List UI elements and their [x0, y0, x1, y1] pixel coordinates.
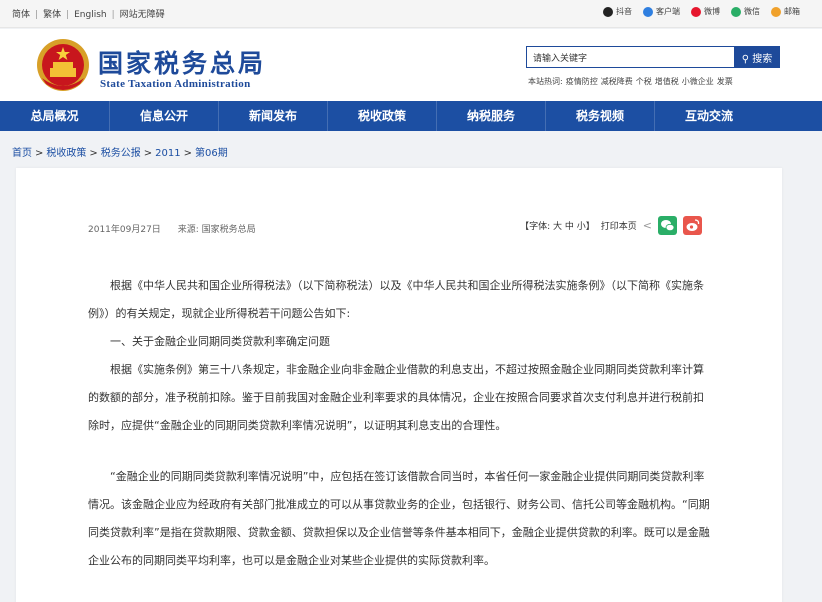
language-links: 简体 | 繁体 | English | 网站无障碍	[12, 7, 165, 20]
nav-item-policy[interactable]: 税收政策	[327, 101, 436, 131]
search-icon: ⚲	[741, 53, 750, 65]
mobile-client-icon	[643, 6, 653, 17]
search-input[interactable]	[526, 46, 734, 68]
breadcrumb-year[interactable]: 2011	[155, 148, 180, 159]
accessibility-link[interactable]: 网站无障碍	[120, 10, 165, 20]
douyin-label: 抖音	[616, 7, 632, 16]
wechat-share-icon[interactable]	[658, 216, 677, 235]
main-nav: 总局概况 信息公开 新闻发布 税收政策 纳税服务 税务视频 互动交流	[0, 101, 822, 131]
client-label: 客户端	[656, 7, 680, 16]
breadcrumb-bulletin[interactable]: 税务公报	[101, 148, 141, 159]
breadcrumb-separator: >	[183, 148, 193, 159]
search-button[interactable]: ⚲ 搜索	[734, 46, 780, 68]
weibo-label: 微博	[704, 7, 720, 16]
top-bar: 简体 | 繁体 | English | 网站无障碍 抖音 客户端 微博 微信 邮箱	[0, 0, 822, 28]
weibo-share-icon[interactable]	[683, 216, 702, 235]
wechat-glyph	[661, 220, 675, 232]
weibo-icon	[691, 6, 701, 17]
breadcrumb-separator: >	[143, 148, 153, 159]
hot-word[interactable]: 增值税	[655, 77, 679, 86]
nav-item-service[interactable]: 纳税服务	[436, 101, 545, 131]
nav-item-disclosure[interactable]: 信息公开	[109, 101, 218, 131]
hot-word[interactable]: 小微企业	[682, 77, 714, 86]
article-paragraph: 根据《实施条例》第三十八条规定，非金融企业向非金融企业借款的利息支出，不超过按照…	[88, 363, 704, 432]
hot-words-label: 本站热词:	[528, 77, 563, 86]
social-links: 抖音 客户端 微博 微信 邮箱	[603, 6, 800, 17]
mail-link[interactable]: 邮箱	[771, 6, 800, 17]
mail-icon	[771, 6, 781, 17]
weibo-link[interactable]: 微博	[691, 6, 720, 17]
site-title-english: State Taxation Administration	[100, 78, 251, 90]
english-link[interactable]: English	[74, 10, 107, 20]
divider: |	[111, 10, 115, 20]
search-box: ⚲ 搜索	[526, 46, 780, 68]
nav-item-news[interactable]: 新闻发布	[218, 101, 327, 131]
breadcrumb-policy[interactable]: 税收政策	[46, 148, 86, 159]
site-title[interactable]: 国家税务总局	[98, 44, 266, 80]
article-card: 2011年09月27日 来源: 国家税务总局 【字体: 大 中 小】 打印本页 …	[16, 168, 782, 602]
breadcrumb-separator: >	[89, 148, 98, 159]
douyin-link[interactable]: 抖音	[603, 6, 632, 17]
share-icon[interactable]: <	[643, 219, 652, 232]
nav-item-video[interactable]: 税务视频	[545, 101, 654, 131]
simplified-chinese-link[interactable]: 简体	[12, 10, 30, 20]
article-tools: 【字体: 大 中 小】 打印本页 <	[520, 216, 702, 235]
wechat-link[interactable]: 微信	[731, 6, 760, 17]
traditional-chinese-link[interactable]: 繁体	[43, 10, 61, 20]
article-paragraph: 根据《中华人民共和国企业所得税法》（以下简称税法）以及《中华人民共和国企业所得税…	[88, 279, 704, 320]
nav-item-interaction[interactable]: 互动交流	[654, 101, 763, 131]
wechat-label: 微信	[744, 7, 760, 16]
article-body: 根据《中华人民共和国企业所得税法》（以下简称税法）以及《中华人民共和国企业所得税…	[88, 272, 710, 575]
breadcrumb-issue[interactable]: 第06期	[195, 148, 228, 159]
hot-word[interactable]: 减税降费	[601, 77, 633, 86]
mail-label: 邮箱	[784, 7, 800, 16]
search-button-label: 搜索	[752, 53, 773, 65]
site-header: 国家税务总局 State Taxation Administration ⚲ 搜…	[0, 29, 822, 101]
publish-date: 2011年09月27日	[88, 225, 161, 235]
breadcrumb-home[interactable]: 首页	[12, 148, 32, 159]
weibo-glyph	[686, 219, 700, 231]
article-meta: 2011年09月27日 来源: 国家税务总局	[88, 222, 256, 235]
section-heading: 一、关于金融企业同期同类贷款利率确定问题	[110, 335, 330, 348]
douyin-icon	[603, 6, 613, 17]
hot-word[interactable]: 发票	[717, 77, 733, 86]
hot-words: 本站热词: 疫情防控 减税降费 个税 增值税 小微企业 发票	[528, 76, 736, 87]
font-size-control[interactable]: 【字体: 大 中 小】	[520, 219, 595, 232]
breadcrumb-separator: >	[35, 148, 44, 159]
breadcrumb: 首页 > 税收政策 > 税务公报 >2011 > 第06期	[12, 144, 228, 159]
article-paragraph: “金融企业的同期同类贷款利率情况说明”中，应包括在签订该借款合同当时，本省任何一…	[88, 470, 710, 567]
national-emblem-icon[interactable]	[36, 38, 90, 92]
hot-word[interactable]: 疫情防控	[566, 77, 598, 86]
hot-word[interactable]: 个税	[636, 77, 652, 86]
article-source: 来源: 国家税务总局	[177, 225, 256, 235]
client-link[interactable]: 客户端	[643, 6, 680, 17]
wechat-icon	[731, 6, 741, 17]
divider: |	[35, 10, 39, 20]
divider: |	[66, 10, 70, 20]
print-button[interactable]: 打印本页	[601, 219, 637, 232]
nav-item-overview[interactable]: 总局概况	[0, 101, 109, 131]
